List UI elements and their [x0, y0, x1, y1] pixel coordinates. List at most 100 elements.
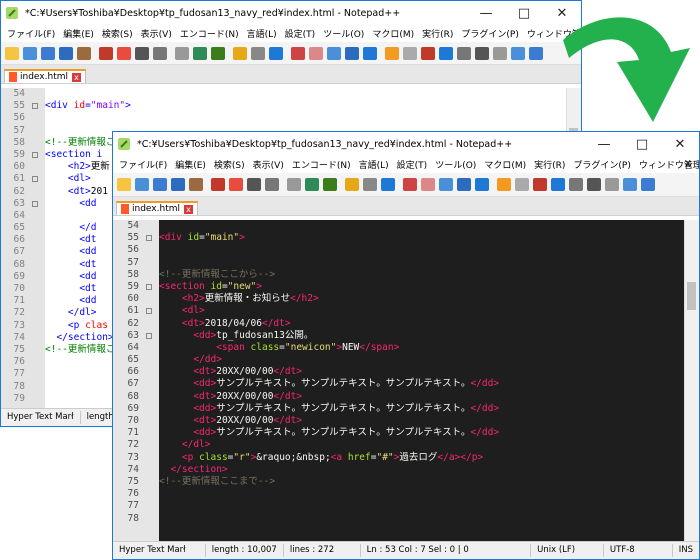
front-menu-item-0[interactable]: ファイル(F) [115, 158, 171, 171]
front-code-editor[interactable]: 54 55 <div id="main"> 56 57 58 <!--更新情報ここから-->… [113, 220, 699, 542]
back-toolbar-button-15-icon[interactable] [291, 46, 305, 60]
back-menu-item-9[interactable]: 実行(R) [418, 27, 457, 40]
tab-close-icon[interactable]: x [183, 204, 193, 214]
back-toolbar-button-3-icon[interactable] [59, 46, 73, 60]
back-toolbar-button-20-icon[interactable] [385, 46, 399, 60]
front-toolbar-button-3-icon[interactable] [171, 178, 185, 191]
fold-toggle-icon[interactable] [31, 149, 41, 161]
back-toolbar-button-13-icon[interactable] [251, 46, 265, 60]
front-menu-item-6[interactable]: 設定(T) [393, 158, 432, 171]
front-toolbar-button-13-icon[interactable] [363, 178, 377, 191]
tab-close-icon[interactable]: x [71, 72, 81, 82]
back-toolbar-button-1-icon[interactable] [23, 46, 37, 60]
front-toolbar-button-26-icon[interactable] [605, 178, 619, 191]
back-toolbar-button-22-icon[interactable] [421, 46, 435, 60]
fold-toggle-icon[interactable] [145, 232, 155, 244]
front-toolbar-button-1-icon[interactable] [135, 178, 149, 191]
back-toolbar-button-6-icon[interactable] [117, 46, 131, 60]
back-toolbar-button-7-icon[interactable] [135, 46, 149, 60]
front-toolbar-button-10-icon[interactable] [305, 178, 319, 191]
front-toolbar-button-18-icon[interactable] [457, 178, 471, 191]
back-menu-item-8[interactable]: マクロ(M) [368, 27, 418, 40]
front-toolbar-button-9-icon[interactable] [287, 178, 301, 191]
front-toolbar-button-8-icon[interactable] [265, 178, 279, 191]
back-menu-item-5[interactable]: 言語(L) [243, 27, 281, 40]
front-menu-item-4[interactable]: エンコード(N) [288, 158, 355, 171]
front-toolbar-button-0-icon[interactable] [117, 178, 131, 191]
front-toolbar-button-14-icon[interactable] [381, 178, 395, 191]
front-toolbar-button-6-icon[interactable] [229, 178, 243, 191]
front-title-bar[interactable]: *C:¥Users¥Toshiba¥Desktop¥tp_fudosan13_n… [113, 132, 699, 156]
back-menu-item-6[interactable]: 設定(T) [281, 27, 320, 40]
front-toolbar-button-22-icon[interactable] [533, 178, 547, 191]
front-toolbar-button-21-icon[interactable] [515, 178, 529, 191]
fold-toggle-icon[interactable] [145, 330, 155, 342]
front-toolbar-button-23-icon[interactable] [551, 178, 565, 191]
back-toolbar-button-24-icon[interactable] [457, 46, 471, 60]
front-toolbar-button-15-icon[interactable] [403, 178, 417, 191]
front-toolbar-button-4-icon[interactable] [189, 178, 203, 191]
back-toolbar-button-18-icon[interactable] [345, 46, 359, 60]
front-toolbar-button-17-icon[interactable] [439, 178, 453, 191]
front-toolbar-button-12-icon[interactable] [345, 178, 359, 191]
back-menu-item-3[interactable]: 表示(V) [137, 27, 176, 40]
back-toolbar-button-16-icon[interactable] [309, 46, 323, 60]
back-toolbar-button-14-icon[interactable] [269, 46, 283, 60]
front-menu-item-5[interactable]: 言語(L) [355, 158, 393, 171]
back-toolbar-button-19-icon[interactable] [363, 46, 377, 60]
front-menu-item-9[interactable]: 実行(R) [530, 158, 569, 171]
back-toolbar-button-23-icon[interactable] [439, 46, 453, 60]
back-menu-item-2[interactable]: 検索(S) [98, 27, 137, 40]
back-toolbar-button-17-icon[interactable] [327, 46, 341, 60]
fold-toggle-icon[interactable] [145, 281, 155, 293]
front-maximize-button[interactable]: □ [623, 132, 661, 156]
back-toolbar-button-12-icon[interactable] [233, 46, 247, 60]
front-menu-item-3[interactable]: 表示(V) [249, 158, 288, 171]
front-toolbar-button-5-icon[interactable] [211, 178, 225, 191]
back-toolbar-button-28-icon[interactable] [529, 46, 543, 60]
front-toolbar-button-20-icon[interactable] [497, 178, 511, 191]
back-menu-item-4[interactable]: エンコード(N) [176, 27, 243, 40]
back-toolbar-button-21-icon[interactable] [403, 46, 417, 60]
front-menu-item-1[interactable]: 編集(E) [171, 158, 210, 171]
front-menu-item-2[interactable]: 検索(S) [210, 158, 249, 171]
front-toolbar-button-7-icon[interactable] [247, 178, 261, 191]
front-vertical-scrollbar[interactable] [684, 220, 699, 542]
fold-toggle-icon[interactable] [31, 173, 41, 185]
front-doc-close-button[interactable]: X [681, 160, 695, 170]
back-toolbar-button-0-icon[interactable] [5, 46, 19, 60]
back-toolbar-button-26-icon[interactable] [493, 46, 507, 60]
front-tab-index-html[interactable]: index.html x [116, 201, 198, 215]
front-toolbar-button-2-icon[interactable] [153, 178, 167, 191]
back-toolbar-button-25-icon[interactable] [475, 46, 489, 60]
back-tab-index-html[interactable]: index.html x [4, 69, 86, 83]
front-close-button[interactable]: ✕ [661, 132, 699, 156]
back-toolbar-button-4-icon[interactable] [77, 46, 91, 60]
back-toolbar-button-5-icon[interactable] [99, 46, 113, 60]
back-title-bar[interactable]: *C:¥Users¥Toshiba¥Desktop¥tp_fudosan13_n… [1, 1, 581, 25]
back-menu-item-10[interactable]: プラグイン(P) [457, 27, 522, 40]
back-menu-item-1[interactable]: 編集(E) [59, 27, 98, 40]
back-toolbar-button-9-icon[interactable] [175, 46, 189, 60]
fold-toggle-icon[interactable] [31, 100, 41, 112]
front-toolbar-button-24-icon[interactable] [569, 178, 583, 191]
fold-toggle-icon[interactable] [31, 198, 41, 210]
back-toolbar-button-10-icon[interactable] [193, 46, 207, 60]
front-menu-item-8[interactable]: マクロ(M) [480, 158, 530, 171]
front-toolbar-button-11-icon[interactable] [323, 178, 337, 191]
front-toolbar-button-25-icon[interactable] [587, 178, 601, 191]
front-menu-item-7[interactable]: ツール(O) [431, 158, 480, 171]
back-toolbar-button-27-icon[interactable] [511, 46, 525, 60]
front-toolbar-button-19-icon[interactable] [475, 178, 489, 191]
front-menu-item-10[interactable]: プラグイン(P) [569, 158, 634, 171]
front-toolbar-button-27-icon[interactable] [623, 178, 637, 191]
back-menu-item-0[interactable]: ファイル(F) [3, 27, 59, 40]
back-minimize-button[interactable]: — [467, 1, 505, 25]
back-maximize-button[interactable]: □ [505, 1, 543, 25]
back-toolbar-button-8-icon[interactable] [153, 46, 167, 60]
back-menu-item-7[interactable]: ツール(O) [319, 27, 368, 40]
front-minimize-button[interactable]: — [585, 132, 623, 156]
front-toolbar-button-16-icon[interactable] [421, 178, 435, 191]
front-toolbar-button-28-icon[interactable] [641, 178, 655, 191]
fold-toggle-icon[interactable] [145, 305, 155, 317]
